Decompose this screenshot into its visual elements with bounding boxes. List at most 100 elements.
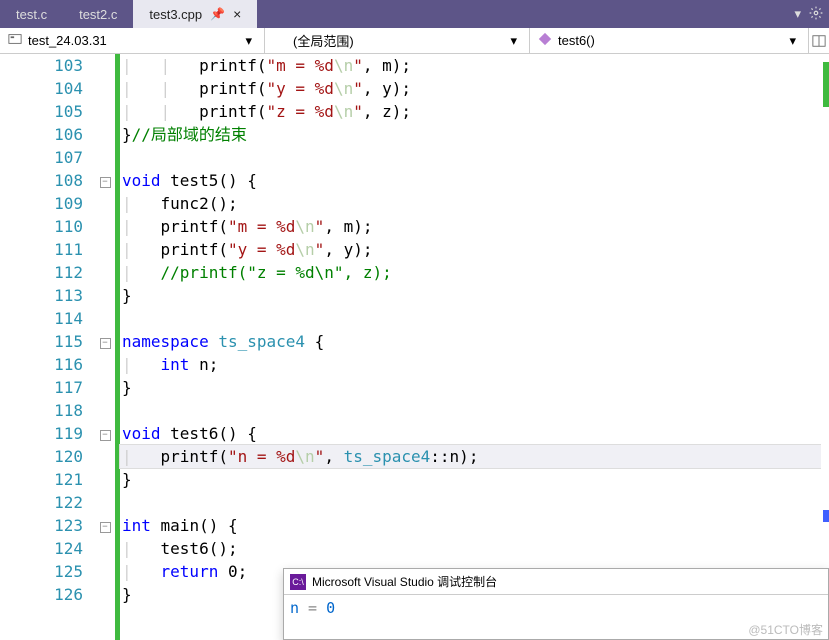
- line-number: 110: [0, 215, 83, 238]
- line-number: 125: [0, 560, 83, 583]
- tab-bar: test.c test2.c test3.cpp 📌 × ▾: [0, 0, 829, 28]
- method-icon: [538, 32, 552, 49]
- output-var: n: [290, 599, 299, 617]
- tab-test2-c[interactable]: test2.c: [63, 0, 133, 28]
- fold-cell: [95, 491, 115, 514]
- line-number: 118: [0, 399, 83, 422]
- code-line[interactable]: | printf("y = %d\n", y);: [120, 238, 821, 261]
- line-number: 112: [0, 261, 83, 284]
- code-editor[interactable]: 1031041051061071081091101111121131141151…: [0, 54, 829, 640]
- console-title-text: Microsoft Visual Studio 调试控制台: [312, 573, 497, 590]
- tab-test3-cpp[interactable]: test3.cpp 📌 ×: [133, 0, 257, 28]
- code-line[interactable]: void test6() {: [120, 422, 821, 445]
- line-number: 106: [0, 123, 83, 146]
- fold-cell: [95, 261, 115, 284]
- line-number: 103: [0, 54, 83, 77]
- line-number: 113: [0, 284, 83, 307]
- line-number: 115: [0, 330, 83, 353]
- watermark: @51CTO博客: [748, 621, 823, 638]
- code-line[interactable]: | printf("n = %d\n", ts_space4::n);: [120, 445, 821, 468]
- scope-selector[interactable]: (全局范围) ▾: [265, 28, 530, 53]
- navigation-bar: test_24.03.31 ▾ (全局范围) ▾ test6() ▾: [0, 28, 829, 54]
- fold-toggle-icon[interactable]: −: [100, 430, 111, 441]
- fold-cell: [95, 353, 115, 376]
- line-number: 111: [0, 238, 83, 261]
- code-line[interactable]: }//局部域的结束: [120, 123, 821, 146]
- output-sep: =: [299, 599, 326, 617]
- code-line[interactable]: | func2();: [120, 192, 821, 215]
- line-number: 104: [0, 77, 83, 100]
- line-number: 124: [0, 537, 83, 560]
- console-titlebar[interactable]: C:\ Microsoft Visual Studio 调试控制台: [284, 569, 828, 595]
- code-area[interactable]: | | printf("m = %d\n", m);| | printf("y …: [120, 54, 821, 640]
- code-line[interactable]: int main() {: [120, 514, 821, 537]
- fold-toggle-icon[interactable]: −: [100, 338, 111, 349]
- fold-cell: [95, 238, 115, 261]
- tab-label: test3.cpp: [149, 7, 202, 22]
- line-number: 121: [0, 468, 83, 491]
- fold-cell[interactable]: −: [95, 169, 115, 192]
- marker-current: [823, 510, 829, 522]
- line-number: 116: [0, 353, 83, 376]
- line-number: 123: [0, 514, 83, 537]
- fold-cell[interactable]: −: [95, 330, 115, 353]
- fold-cell: [95, 192, 115, 215]
- fold-cell: [95, 77, 115, 100]
- line-number: 126: [0, 583, 83, 606]
- code-line[interactable]: void test5() {: [120, 169, 821, 192]
- fold-cell: [95, 560, 115, 583]
- fold-toggle-icon[interactable]: −: [100, 177, 111, 188]
- code-line[interactable]: [120, 491, 821, 514]
- marker-change: [823, 62, 829, 107]
- split-icon[interactable]: [809, 28, 829, 53]
- fold-cell: [95, 399, 115, 422]
- code-line[interactable]: | //printf("z = %d\n", z);: [120, 261, 821, 284]
- pin-icon[interactable]: 📌: [210, 7, 225, 21]
- member-selector[interactable]: test6() ▾: [530, 28, 809, 53]
- fold-cell: [95, 284, 115, 307]
- project-selector[interactable]: test_24.03.31 ▾: [0, 28, 265, 53]
- code-line[interactable]: | | printf("z = %d\n", z);: [120, 100, 821, 123]
- code-line[interactable]: }: [120, 284, 821, 307]
- dropdown-icon[interactable]: ▾: [794, 6, 801, 22]
- code-line[interactable]: | test6();: [120, 537, 821, 560]
- line-number: 105: [0, 100, 83, 123]
- line-number: 109: [0, 192, 83, 215]
- line-number-gutter: 1031041051061071081091101111121131141151…: [0, 54, 95, 640]
- output-val: 0: [326, 599, 335, 617]
- fold-cell: [95, 583, 115, 606]
- line-number: 114: [0, 307, 83, 330]
- console-icon: C:\: [290, 574, 306, 590]
- code-line[interactable]: [120, 399, 821, 422]
- code-line[interactable]: | | printf("y = %d\n", y);: [120, 77, 821, 100]
- code-line[interactable]: | printf("m = %d\n", m);: [120, 215, 821, 238]
- fold-cell: [95, 146, 115, 169]
- chevron-down-icon[interactable]: ▾: [506, 33, 521, 49]
- code-line[interactable]: [120, 146, 821, 169]
- scope-label: (全局范围): [273, 31, 354, 50]
- chevron-down-icon[interactable]: ▾: [241, 33, 256, 49]
- fold-cell[interactable]: −: [95, 422, 115, 445]
- line-number: 120: [0, 445, 83, 468]
- code-line[interactable]: }: [120, 376, 821, 399]
- line-number: 107: [0, 146, 83, 169]
- code-line[interactable]: [120, 307, 821, 330]
- fold-cell: [95, 376, 115, 399]
- fold-cell: [95, 445, 115, 468]
- fold-toggle-icon[interactable]: −: [100, 522, 111, 533]
- chevron-down-icon[interactable]: ▾: [785, 33, 800, 49]
- fold-cell[interactable]: −: [95, 514, 115, 537]
- code-line[interactable]: }: [120, 468, 821, 491]
- code-line[interactable]: | int n;: [120, 353, 821, 376]
- project-icon: [8, 32, 22, 49]
- tab-test-c[interactable]: test.c: [0, 0, 63, 28]
- close-icon[interactable]: ×: [233, 6, 241, 22]
- console-output: n = 0: [284, 595, 828, 621]
- fold-cell: [95, 54, 115, 77]
- code-line[interactable]: namespace ts_space4 {: [120, 330, 821, 353]
- gear-icon[interactable]: [809, 6, 823, 23]
- code-line[interactable]: | | printf("m = %d\n", m);: [120, 54, 821, 77]
- debug-console-window: C:\ Microsoft Visual Studio 调试控制台 n = 0: [283, 568, 829, 640]
- fold-column: − − − −: [95, 54, 115, 640]
- overview-ruler: [821, 54, 829, 640]
